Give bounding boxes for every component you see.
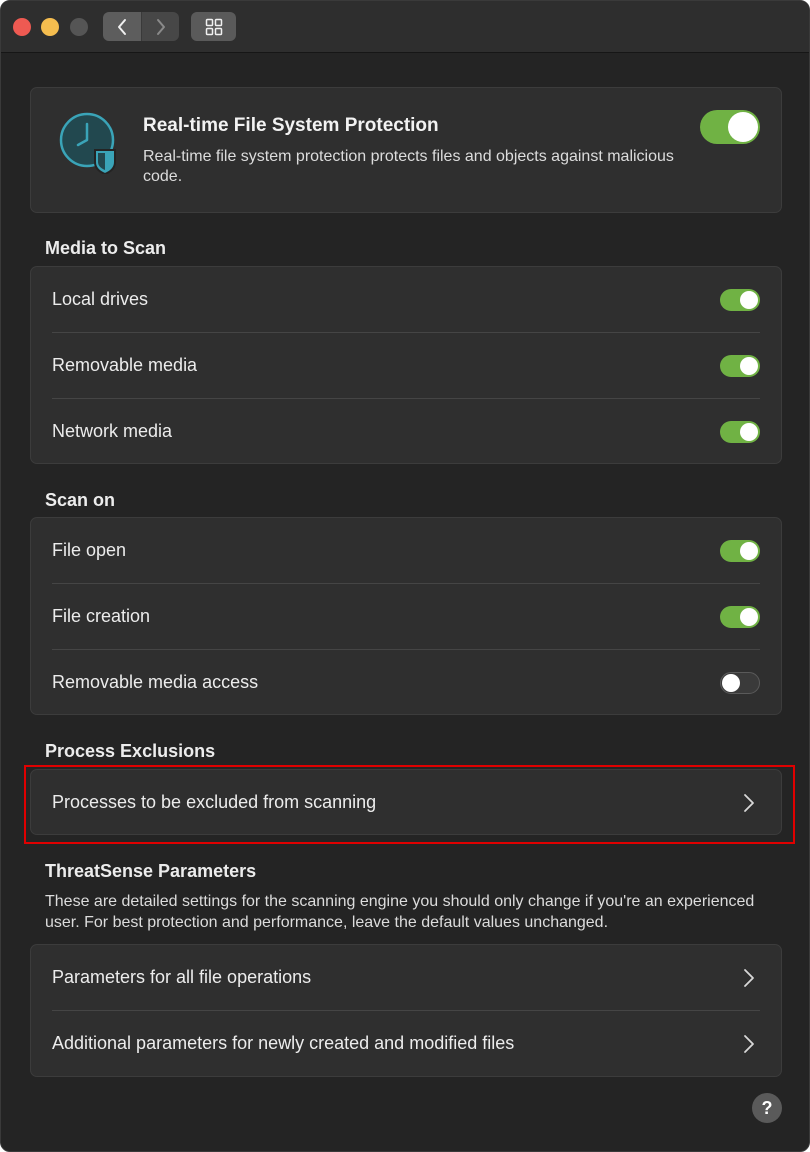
scan-on-heading: Scan on: [45, 490, 116, 510]
local-drives-toggle[interactable]: [720, 289, 760, 311]
toggle-knob: [728, 112, 758, 142]
list-item-all-file-operations[interactable]: Parameters for all file operations: [31, 945, 781, 1011]
toggle-knob: [740, 357, 758, 375]
threatsense-card: Parameters for all file operations Addit…: [30, 944, 782, 1077]
scan-on-card: File open File creation Removable media …: [30, 517, 782, 715]
list-item-label: Local drives: [52, 289, 149, 309]
back-button[interactable]: [103, 12, 141, 41]
threatsense-description: These are detailed settings for the scan…: [45, 893, 755, 931]
list-item-removable-media-access: Removable media access: [31, 650, 781, 716]
toggle-knob: [740, 423, 758, 441]
protection-description: Real-time file system protection protect…: [143, 148, 674, 185]
threatsense-heading: ThreatSense Parameters: [45, 861, 257, 881]
list-item-label: Additional parameters for newly created …: [52, 1033, 515, 1053]
chevron-right-icon: [744, 1035, 754, 1053]
network-media-toggle[interactable]: [720, 421, 760, 443]
media-to-scan-card: Local drives Removable media Network med…: [30, 266, 782, 464]
minimize-window-button[interactable]: [41, 18, 59, 36]
toggle-knob: [740, 542, 758, 560]
help-button[interactable]: ?: [752, 1093, 782, 1123]
clock-shield-icon: [59, 112, 116, 174]
removable-media-toggle[interactable]: [720, 355, 760, 377]
grid-view-button[interactable]: [191, 12, 236, 41]
chevron-left-icon: [118, 18, 126, 35]
chevron-right-icon: [156, 18, 165, 35]
title-bar: [1, 1, 809, 53]
zoom-window-button[interactable]: [70, 18, 88, 36]
list-item-label: File creation: [52, 606, 151, 626]
list-item-label: Removable media access: [52, 672, 259, 692]
list-item-label: File open: [52, 540, 127, 560]
realtime-protection-toggle[interactable]: [700, 110, 760, 144]
toggle-knob: [740, 608, 758, 626]
list-item-additional-parameters[interactable]: Additional parameters for newly created …: [31, 1011, 781, 1077]
media-to-scan-heading: Media to Scan: [45, 238, 167, 258]
file-open-toggle[interactable]: [720, 540, 760, 562]
process-exclusions-heading: Process Exclusions: [45, 741, 216, 761]
navigation-buttons: [103, 12, 179, 41]
list-item-label: Network media: [52, 421, 173, 441]
toggle-knob: [722, 674, 740, 692]
list-item-label: Parameters for all file operations: [52, 967, 312, 987]
grid-icon: [205, 18, 222, 35]
close-window-button[interactable]: [13, 18, 31, 36]
list-item-file-creation: File creation: [31, 584, 781, 650]
list-item-network-media: Network media: [31, 399, 781, 465]
toggle-knob: [740, 291, 758, 309]
removable-media-access-toggle[interactable]: [720, 672, 760, 694]
protection-title: Real-time File System Protection: [143, 115, 439, 136]
list-item-removable-media: Removable media: [31, 333, 781, 399]
highlight-box: [24, 765, 795, 844]
forward-button[interactable]: [141, 12, 179, 41]
settings-window: Real-time File System Protection Real-ti…: [0, 0, 810, 1152]
file-creation-toggle[interactable]: [720, 606, 760, 628]
list-item-label: Removable media: [52, 355, 198, 375]
chevron-right-icon: [744, 969, 754, 987]
realtime-protection-card: Real-time File System Protection Real-ti…: [30, 87, 782, 213]
list-item-local-drives: Local drives: [31, 267, 781, 333]
list-item-file-open: File open: [31, 518, 781, 584]
